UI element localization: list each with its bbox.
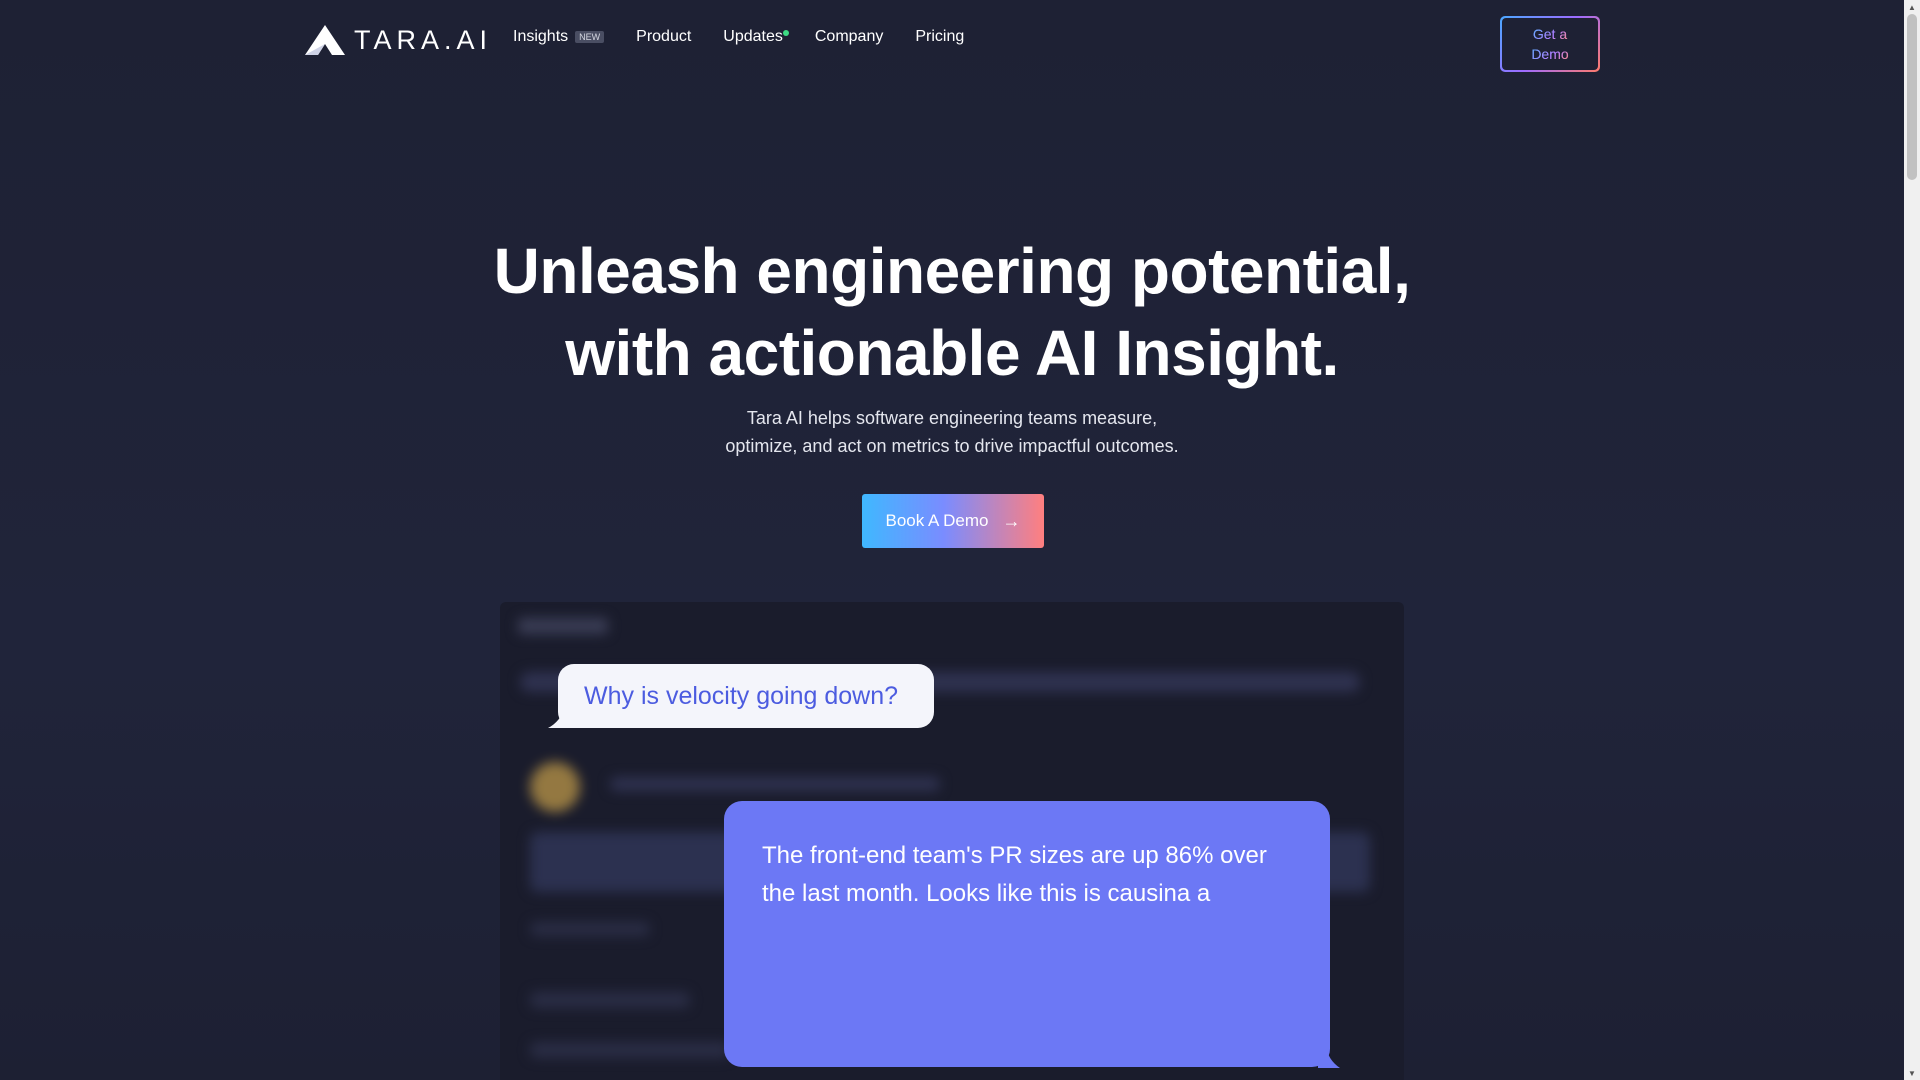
arrow-right-icon: → [1002, 510, 1021, 531]
nav-item-updates[interactable]: Updates [723, 28, 789, 46]
hero-title: Unleash engineering potential, with acti… [0, 230, 1904, 394]
blurred-row [530, 992, 690, 1008]
answer-bubble: The front-end team's PR sizes are up 86%… [724, 801, 1330, 1067]
blurred-header [518, 618, 608, 634]
hero-subtitle-line1: Tara AI helps software engineering teams… [746, 408, 1158, 428]
get-demo-label: Get a Demo [1531, 24, 1568, 64]
nav-item-label: Updates [723, 28, 783, 45]
nav-item-insights[interactable]: Insights NEW [513, 28, 605, 46]
blurred-avatar [530, 762, 580, 812]
nav-item-pricing[interactable]: Pricing [915, 28, 964, 46]
new-badge: NEW [575, 31, 605, 43]
get-demo-line2: Demo [1531, 46, 1569, 62]
nav-item-company[interactable]: Company [815, 28, 883, 46]
question-text: Why is velocity going down? [584, 681, 899, 710]
get-demo-line1: Get a [1532, 26, 1568, 42]
brand-logo[interactable]: TARA.AI [304, 24, 492, 56]
brand-name: TARA.AI [354, 24, 493, 55]
blurred-line [610, 777, 940, 791]
triangle-logo-icon [305, 25, 345, 55]
scroll-up-icon[interactable]: ▲ [1904, 0, 1920, 14]
hero-title-line2: with actionable AI Insight. [565, 317, 1339, 389]
answer-text: The front-end team's PR sizes are up 86%… [762, 842, 1267, 907]
scroll-thumb[interactable] [1907, 14, 1917, 180]
question-bubble: Why is velocity going down? [558, 664, 934, 728]
main-menu: Insights NEW Product Updates Company Pri… [513, 28, 964, 46]
book-demo-button[interactable]: Book A Demo → [862, 494, 1044, 548]
nav-item-product[interactable]: Product [636, 28, 691, 46]
get-demo-button-inner: Get a Demo [1502, 18, 1598, 70]
nav-item-label: Product [636, 28, 692, 45]
hero-subtitle: Tara AI helps software engineering teams… [0, 404, 1904, 460]
get-demo-button[interactable]: Get a Demo [1500, 16, 1600, 72]
page-scrollbar[interactable]: ▲ ▼ [1904, 0, 1920, 1080]
update-dot-icon [782, 30, 789, 36]
hero-title-line1: Unleash engineering potential, [493, 235, 1411, 307]
blurred-row [530, 1042, 730, 1058]
hero-subtitle-line2: optimize, and act on metrics to drive im… [725, 436, 1179, 456]
book-demo-label: Book A Demo [885, 511, 989, 530]
nav-item-label: Company [814, 28, 884, 45]
blurred-row [530, 922, 650, 936]
scroll-down-icon[interactable]: ▼ [1904, 1066, 1920, 1080]
top-nav: TARA.AI Insights NEW Product Updates Com… [0, 0, 1904, 80]
answer-bubble-tail [1318, 1046, 1340, 1068]
page: TARA.AI Insights NEW Product Updates Com… [0, 0, 1904, 1080]
nav-item-label: Insights [513, 28, 569, 45]
nav-item-label: Pricing [915, 28, 965, 45]
